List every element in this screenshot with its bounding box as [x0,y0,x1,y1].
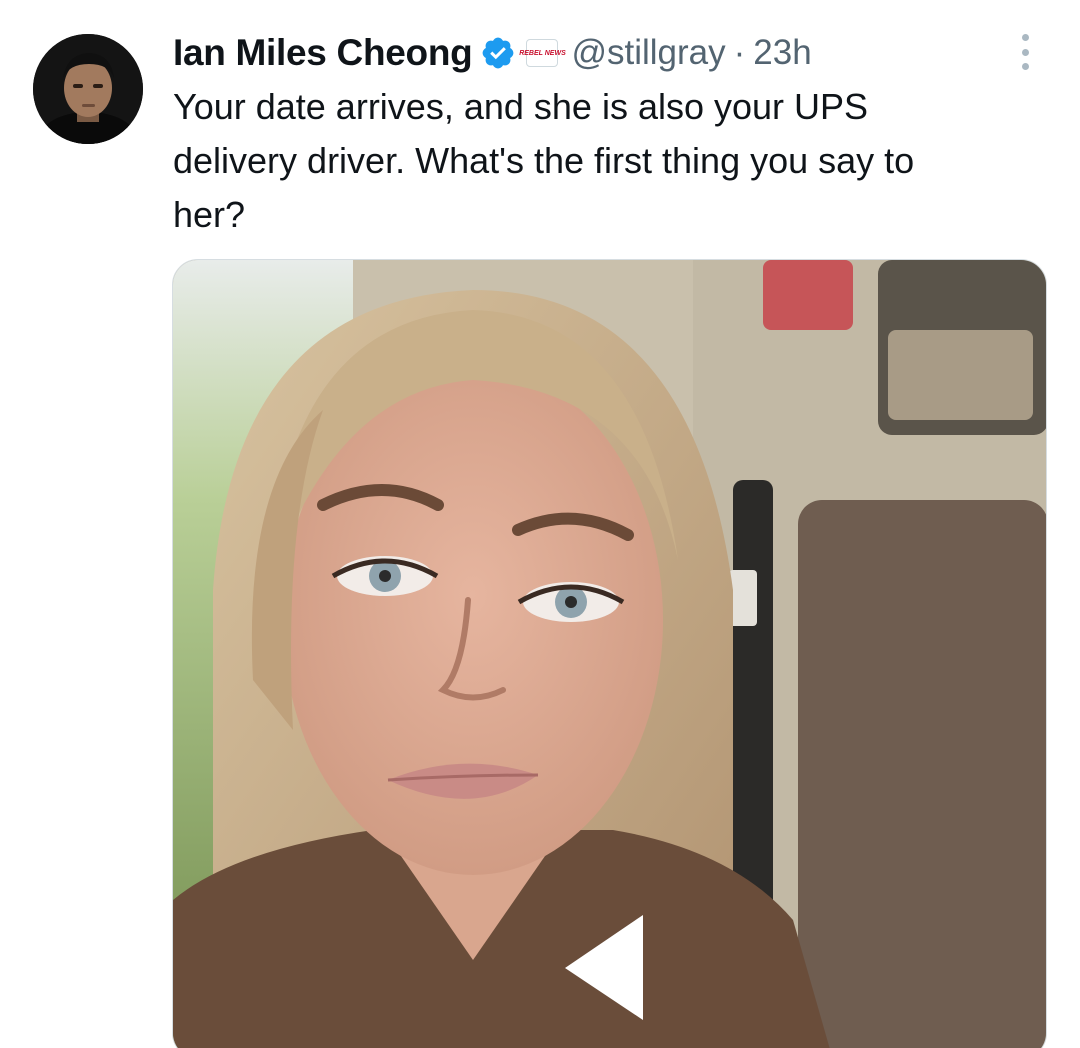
tweet-media-video[interactable] [172,259,1047,1048]
video-thumbnail [173,260,1046,1048]
avatar-photo [33,34,143,144]
tweet-text: Your date arrives, and she is also your … [173,86,915,235]
affiliate-badge[interactable]: REBEL NEWS [519,39,566,67]
tweet[interactable]: Ian Miles Cheong REBEL NEWS @stillgray ·… [0,0,1080,1048]
author-handle[interactable]: @stillgray [571,33,725,73]
tweet-header: Ian Miles Cheong REBEL NEWS @stillgray ·… [173,28,812,78]
tweet-timestamp[interactable]: 23h [753,33,811,73]
more-options-icon[interactable] [1010,32,1040,72]
header-separator: · [733,33,746,72]
more-dot [1021,34,1029,41]
author-avatar[interactable] [33,34,143,144]
more-dot [1021,48,1029,56]
author-display-name[interactable]: Ian Miles Cheong [173,32,473,74]
more-dot [1021,63,1029,70]
verified-badge-icon[interactable] [480,35,516,71]
